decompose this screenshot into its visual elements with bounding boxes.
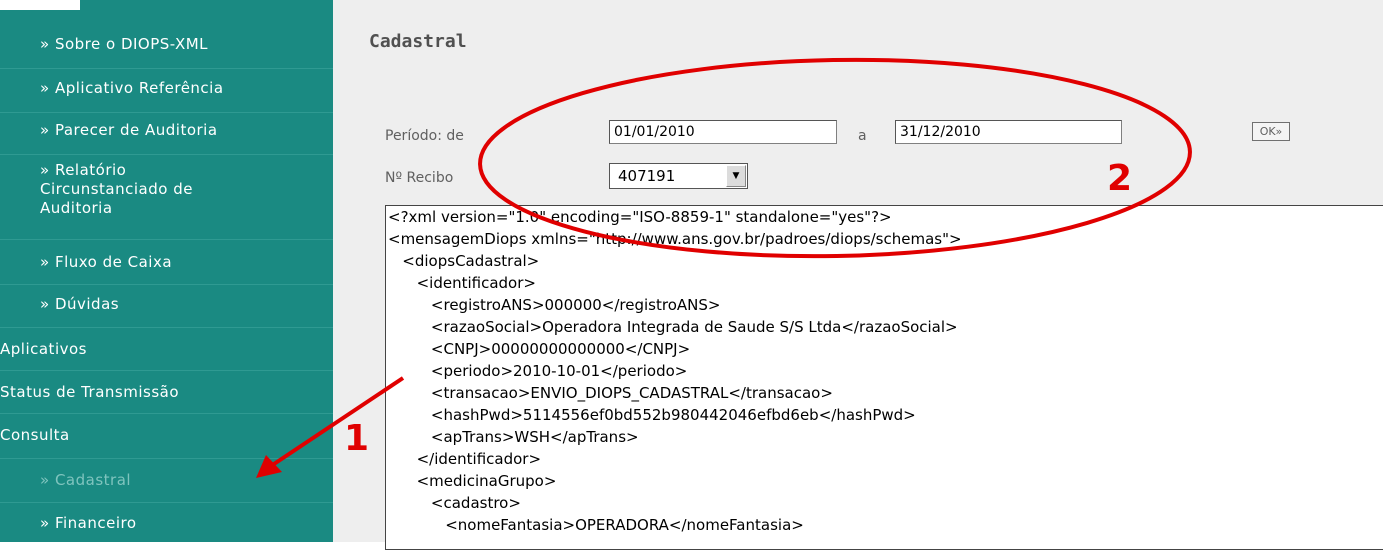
sidebar: » Sobre o DIOPS-XML » Aplicativo Referên… xyxy=(0,0,333,542)
xml-line: <registroANS>000000</registroANS> xyxy=(388,296,721,314)
xml-line: <hashPwd>5114556ef0bd552b980442046efbd6e… xyxy=(388,406,916,424)
sidebar-item-label: » Fluxo de Caixa xyxy=(40,253,173,271)
sidebar-item-label: Consulta xyxy=(0,426,70,444)
main-content: Cadastral Período: de a OK» Nº Recibo 40… xyxy=(333,0,1383,550)
dropdown-arrow-icon[interactable]: ▼ xyxy=(726,165,746,187)
sidebar-item-label-line: » Relatório xyxy=(40,161,127,179)
sidebar-item-sobre-diops-xml[interactable]: » Sobre o DIOPS-XML xyxy=(0,27,333,69)
xml-line: <cadastro> xyxy=(388,494,521,512)
xml-line: <CNPJ>00000000000000</CNPJ> xyxy=(388,340,691,358)
sidebar-item-label: Aplicativos xyxy=(0,340,87,358)
annotation-marker-2: 2 xyxy=(1107,158,1133,199)
sidebar-item-consulta[interactable]: Consulta xyxy=(0,414,333,459)
xml-line: <identificador> xyxy=(388,274,536,292)
recibo-label: Nº Recibo xyxy=(385,170,454,186)
sidebar-item-label-line: Auditoria xyxy=(40,199,113,217)
sidebar-item-relatorio-circunstanciado[interactable]: » Relatório Circunstanciado de Auditoria xyxy=(0,155,333,240)
date-to-input[interactable] xyxy=(895,120,1122,144)
sidebar-item-label: Status de Transmissão xyxy=(0,383,180,401)
sidebar-item-duvidas[interactable]: » Dúvidas xyxy=(0,285,333,328)
sidebar-item-label: » Parecer de Auditoria xyxy=(40,121,218,139)
ok-button[interactable]: OK» xyxy=(1252,122,1290,141)
xml-line: </identificador> xyxy=(388,450,542,468)
xml-line: <periodo>2010-10-01</periodo> xyxy=(388,362,688,380)
sidebar-item-label: » Cadastral xyxy=(40,471,132,489)
xml-line: <nomeFantasia>OPERADORA</nomeFantasia> xyxy=(388,516,804,534)
sidebar-item-label: » Dúvidas xyxy=(40,295,120,313)
xml-line: <diopsCadastral> xyxy=(388,252,540,270)
recibo-select-value: 407191 xyxy=(618,167,676,185)
sidebar-item-label: » Financeiro xyxy=(40,514,137,532)
date-from-input[interactable] xyxy=(609,120,837,144)
sidebar-item-aplicativos[interactable]: Aplicativos xyxy=(0,328,333,371)
a-label: a xyxy=(858,128,867,144)
sidebar-item-status-transmissao[interactable]: Status de Transmissão xyxy=(0,371,333,414)
annotation-marker-1: 1 xyxy=(344,418,370,459)
xml-line: <transacao>ENVIO_DIOPS_CADASTRAL</transa… xyxy=(388,384,833,402)
periodo-label: Período: de xyxy=(385,128,464,144)
sidebar-item-label-line: Circunstanciado de xyxy=(40,180,193,198)
xml-line: <medicinaGrupo> xyxy=(388,472,557,490)
sidebar-item-label: » Aplicativo Referência xyxy=(40,79,224,97)
sidebar-item-aplicativo-referencia[interactable]: » Aplicativo Referência xyxy=(0,69,333,113)
recibo-select[interactable]: 407191 ▼ xyxy=(609,163,748,189)
sidebar-item-fluxo-caixa[interactable]: » Fluxo de Caixa xyxy=(0,240,333,285)
xml-line: <?xml version="1.0" encoding="ISO-8859-1… xyxy=(388,208,892,226)
xml-line: <mensagemDiops xmlns="http://www.ans.gov… xyxy=(388,230,962,248)
top-fragment xyxy=(0,0,80,10)
xml-textarea[interactable]: <?xml version="1.0" encoding="ISO-8859-1… xyxy=(385,205,1383,550)
sidebar-item-cadastral[interactable]: » Cadastral xyxy=(0,459,333,503)
xml-line: <apTrans>WSH</apTrans> xyxy=(388,428,639,446)
xml-line: <razaoSocial>Operadora Integrada de Saud… xyxy=(388,318,958,336)
sidebar-item-parecer-auditoria[interactable]: » Parecer de Auditoria xyxy=(0,113,333,155)
sidebar-item-financeiro[interactable]: » Financeiro xyxy=(0,503,333,542)
sidebar-item-label: » Sobre o DIOPS-XML xyxy=(40,35,209,53)
page-title: Cadastral xyxy=(369,31,467,52)
